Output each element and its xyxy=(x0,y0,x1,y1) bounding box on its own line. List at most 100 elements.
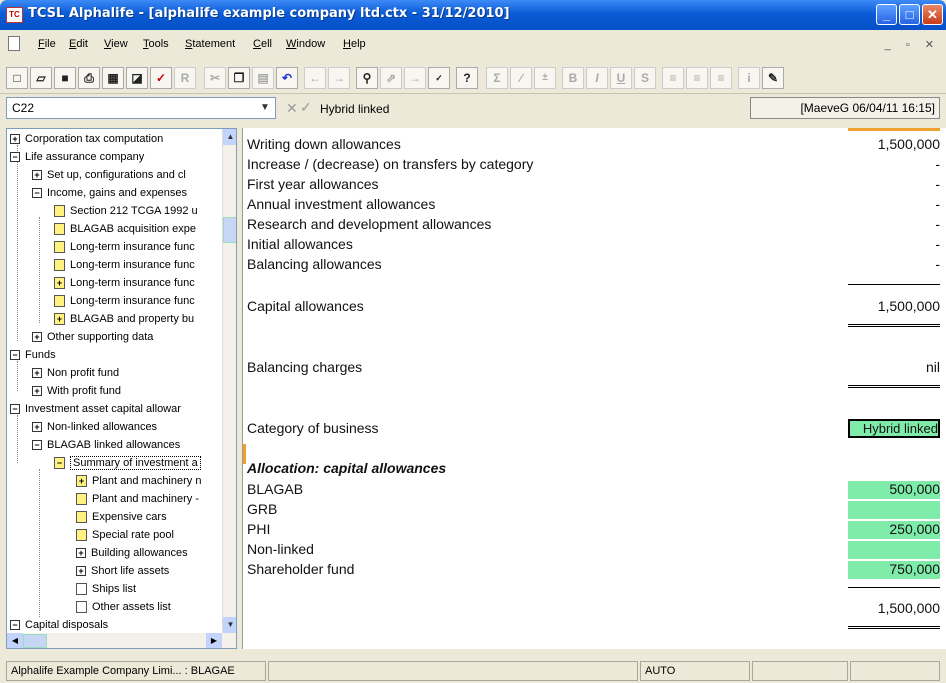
formula-value[interactable]: Hybrid linked xyxy=(320,102,389,116)
tree-node[interactable]: Other assets list xyxy=(76,599,171,617)
category-cell[interactable]: Hybrid linked xyxy=(848,419,940,438)
calculator-icon[interactable]: ▦ xyxy=(102,67,124,89)
expand-icon[interactable]: + xyxy=(76,566,86,577)
minimize-button[interactable]: _ xyxy=(876,4,897,25)
collapse-icon[interactable]: − xyxy=(10,404,20,415)
menu-view[interactable]: View xyxy=(104,38,128,50)
menu-window[interactable]: Window xyxy=(286,38,325,50)
allocation-input[interactable] xyxy=(848,501,940,519)
bold-icon[interactable]: B xyxy=(562,67,584,89)
allocation-input[interactable]: 750,000 xyxy=(848,561,940,579)
chevron-down-icon[interactable]: ▼ xyxy=(256,98,274,118)
tree-node[interactable]: − Income, gains and expenses xyxy=(32,185,187,203)
expand-icon[interactable]: + xyxy=(32,170,42,181)
expand-icon[interactable]: + xyxy=(32,368,42,379)
app-icon[interactable]: TC xyxy=(6,7,23,23)
tree-node[interactable]: − Funds xyxy=(10,347,56,365)
tree-node[interactable]: Special rate pool xyxy=(76,527,174,545)
mdi-controls[interactable]: _ ▫ ✕ xyxy=(885,38,940,51)
expand-icon[interactable]: + xyxy=(76,548,86,559)
tree-node[interactable]: Long-term insurance func xyxy=(54,239,195,257)
sum-icon[interactable]: Σ xyxy=(486,67,508,89)
expand-icon[interactable]: + xyxy=(10,134,20,145)
tree-node[interactable]: + Plant and machinery n xyxy=(76,473,201,491)
capital-allowances-value[interactable]: 1,500,000 xyxy=(848,298,940,314)
tree-node[interactable]: + Set up, configurations and cl xyxy=(32,167,186,185)
title-bar[interactable]: TC TCSL Alphalife - [alphalife example c… xyxy=(0,0,946,30)
tree-horizontal-scrollbar[interactable]: ◀ ▶ xyxy=(7,633,236,648)
collapse-icon[interactable]: − xyxy=(10,620,20,631)
menu-tools[interactable]: Tools xyxy=(143,38,169,50)
tree-node[interactable]: + With profit fund xyxy=(32,383,121,401)
allocation-input[interactable] xyxy=(848,541,940,559)
tree-node[interactable]: Section 212 TCGA 1992 u xyxy=(54,203,198,221)
underline-icon[interactable]: U xyxy=(610,67,632,89)
italic-icon[interactable]: I xyxy=(586,67,608,89)
tree-node[interactable]: Long-term insurance func xyxy=(54,293,195,311)
formula-icon[interactable]: ∕ xyxy=(510,67,532,89)
row-value[interactable]: - xyxy=(848,196,940,212)
notes-icon[interactable]: ✎ xyxy=(762,67,784,89)
tree-vertical-scrollbar[interactable]: ▲ ▼ xyxy=(222,129,236,633)
align-center-icon[interactable]: ≡ xyxy=(686,67,708,89)
copy-icon[interactable]: ❐ xyxy=(228,67,250,89)
tree-node[interactable]: + Non profit fund xyxy=(32,365,119,383)
tree-node[interactable]: Plant and machinery - xyxy=(76,491,199,509)
menu-edit[interactable]: Edit xyxy=(69,38,88,50)
allocation-total[interactable]: 1,500,000 xyxy=(848,600,940,616)
goto-icon[interactable]: ⇗ xyxy=(380,67,402,89)
preview-icon[interactable]: ◪ xyxy=(126,67,148,89)
s-icon[interactable]: S xyxy=(634,67,656,89)
expand-icon[interactable]: + xyxy=(32,386,42,397)
tree-node[interactable]: Expensive cars xyxy=(76,509,167,527)
paste-icon[interactable]: ▤ xyxy=(252,67,274,89)
collapse-icon[interactable]: − xyxy=(32,188,42,199)
align-left-icon[interactable]: ≡ xyxy=(662,67,684,89)
tree-node[interactable]: Long-term insurance func xyxy=(54,257,195,275)
menu-cell[interactable]: Cell xyxy=(253,38,272,50)
row-value[interactable]: - xyxy=(848,216,940,232)
tree-node[interactable]: − Investment asset capital allowar xyxy=(10,401,181,419)
tree-node[interactable]: + Corporation tax computation xyxy=(10,131,163,149)
tree-node[interactable]: Ships list xyxy=(76,581,136,599)
tree-node[interactable]: − BLAGAB linked allowances xyxy=(32,437,180,455)
tree-node[interactable]: − Life assurance company xyxy=(10,149,144,167)
new-icon[interactable]: □ xyxy=(6,67,28,89)
tree-node[interactable]: + Long-term insurance func xyxy=(54,275,195,293)
find-icon[interactable]: ⚲ xyxy=(356,67,378,89)
collapse-icon[interactable]: − xyxy=(10,152,20,163)
row-value[interactable]: 1,500,000 xyxy=(848,136,940,152)
menu-statement[interactable]: Statement xyxy=(185,38,235,50)
tree-node[interactable]: + Building allowances xyxy=(76,545,188,563)
plusminus-icon[interactable]: ± xyxy=(534,67,556,89)
scroll-down-icon[interactable]: ▼ xyxy=(223,617,236,633)
close-button[interactable]: ✕ xyxy=(922,4,943,25)
allocation-input[interactable]: 500,000 xyxy=(848,481,940,499)
forward-icon[interactable]: → xyxy=(328,67,350,89)
back-icon[interactable]: ← xyxy=(304,67,326,89)
row-value[interactable]: - xyxy=(848,256,940,272)
scroll-thumb[interactable] xyxy=(223,217,236,243)
scroll-right-icon[interactable]: ▶ xyxy=(206,633,222,648)
scroll-up-icon[interactable]: ▲ xyxy=(223,129,236,145)
print-icon[interactable]: ⎙ xyxy=(78,67,100,89)
maximize-button[interactable]: □ xyxy=(899,4,920,25)
help-icon[interactable]: ? xyxy=(456,67,478,89)
tree-node[interactable]: + Other supporting data xyxy=(32,329,153,347)
align-right-icon[interactable]: ≡ xyxy=(710,67,732,89)
save-icon[interactable]: ■ xyxy=(54,67,76,89)
collapse-icon[interactable]: − xyxy=(10,350,20,361)
next-icon[interactable]: → xyxy=(404,67,426,89)
r-icon[interactable]: R xyxy=(174,67,196,89)
scroll-thumb[interactable] xyxy=(23,634,47,648)
cell-reference-field[interactable]: C22 xyxy=(6,97,276,119)
spellcheck-icon[interactable]: ✓ xyxy=(428,67,450,89)
scroll-left-icon[interactable]: ◀ xyxy=(7,633,23,648)
open-icon[interactable]: ▱ xyxy=(30,67,52,89)
row-value[interactable]: - xyxy=(848,236,940,252)
expand-icon[interactable]: + xyxy=(32,422,42,433)
tree-node[interactable]: + Non-linked allowances xyxy=(32,419,157,437)
info-icon[interactable]: i xyxy=(738,67,760,89)
allocation-input[interactable]: 250,000 xyxy=(848,521,940,539)
tree-node[interactable]: BLAGAB acquisition expe xyxy=(54,221,196,239)
